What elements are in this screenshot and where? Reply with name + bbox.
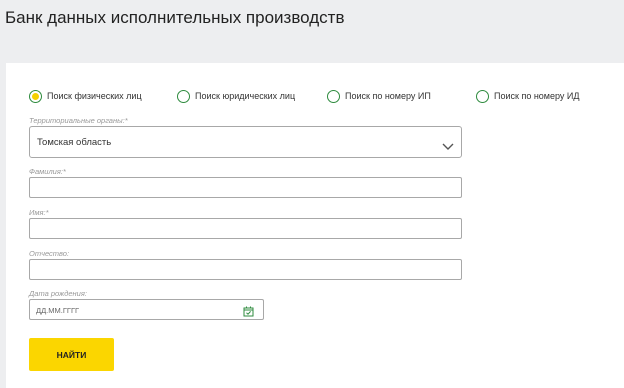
region-select-value: Томская область <box>37 137 112 148</box>
region-select[interactable]: Томская область <box>29 126 462 158</box>
patronymic-label: Отчество: <box>29 249 70 258</box>
radio-option-id-number[interactable]: Поиск по номеру ИД <box>476 89 579 103</box>
radio-label: Поиск физических лиц <box>47 91 142 101</box>
birthdate-placeholder: ДД.ММ.ГГГГ <box>36 306 80 315</box>
search-form-card: Поиск физических лиц Поиск юридических л… <box>6 63 624 388</box>
lastname-label: Фамилия:* <box>29 167 66 176</box>
birthdate-input[interactable]: ДД.ММ.ГГГГ <box>29 299 264 320</box>
firstname-label: Имя:* <box>29 208 49 217</box>
radio-button-icon[interactable] <box>476 89 489 103</box>
radio-option-ip-number[interactable]: Поиск по номеру ИП <box>327 89 431 103</box>
radio-button-icon[interactable] <box>327 89 340 103</box>
firstname-input[interactable] <box>29 218 462 239</box>
radio-button-selected-icon[interactable] <box>29 89 42 103</box>
radio-label: Поиск по номеру ИД <box>494 91 580 101</box>
radio-button-icon[interactable] <box>177 89 190 103</box>
search-button[interactable]: НАЙТИ <box>29 338 114 371</box>
patronymic-input[interactable] <box>29 259 462 280</box>
radio-option-individuals[interactable]: Поиск физических лиц <box>29 89 142 103</box>
birthdate-label: Дата рождения: <box>29 289 87 298</box>
page-title: Банк данных исполнительных производств <box>5 8 345 27</box>
radio-label: Поиск по номеру ИП <box>345 91 431 101</box>
region-label: Территориальные органы:* <box>29 116 128 125</box>
chevron-down-icon <box>442 138 454 156</box>
lastname-input[interactable] <box>29 177 462 198</box>
radio-label: Поиск юридических лиц <box>195 91 296 101</box>
calendar-check-icon[interactable] <box>243 304 254 322</box>
radio-option-legal-entities[interactable]: Поиск юридических лиц <box>177 89 295 103</box>
